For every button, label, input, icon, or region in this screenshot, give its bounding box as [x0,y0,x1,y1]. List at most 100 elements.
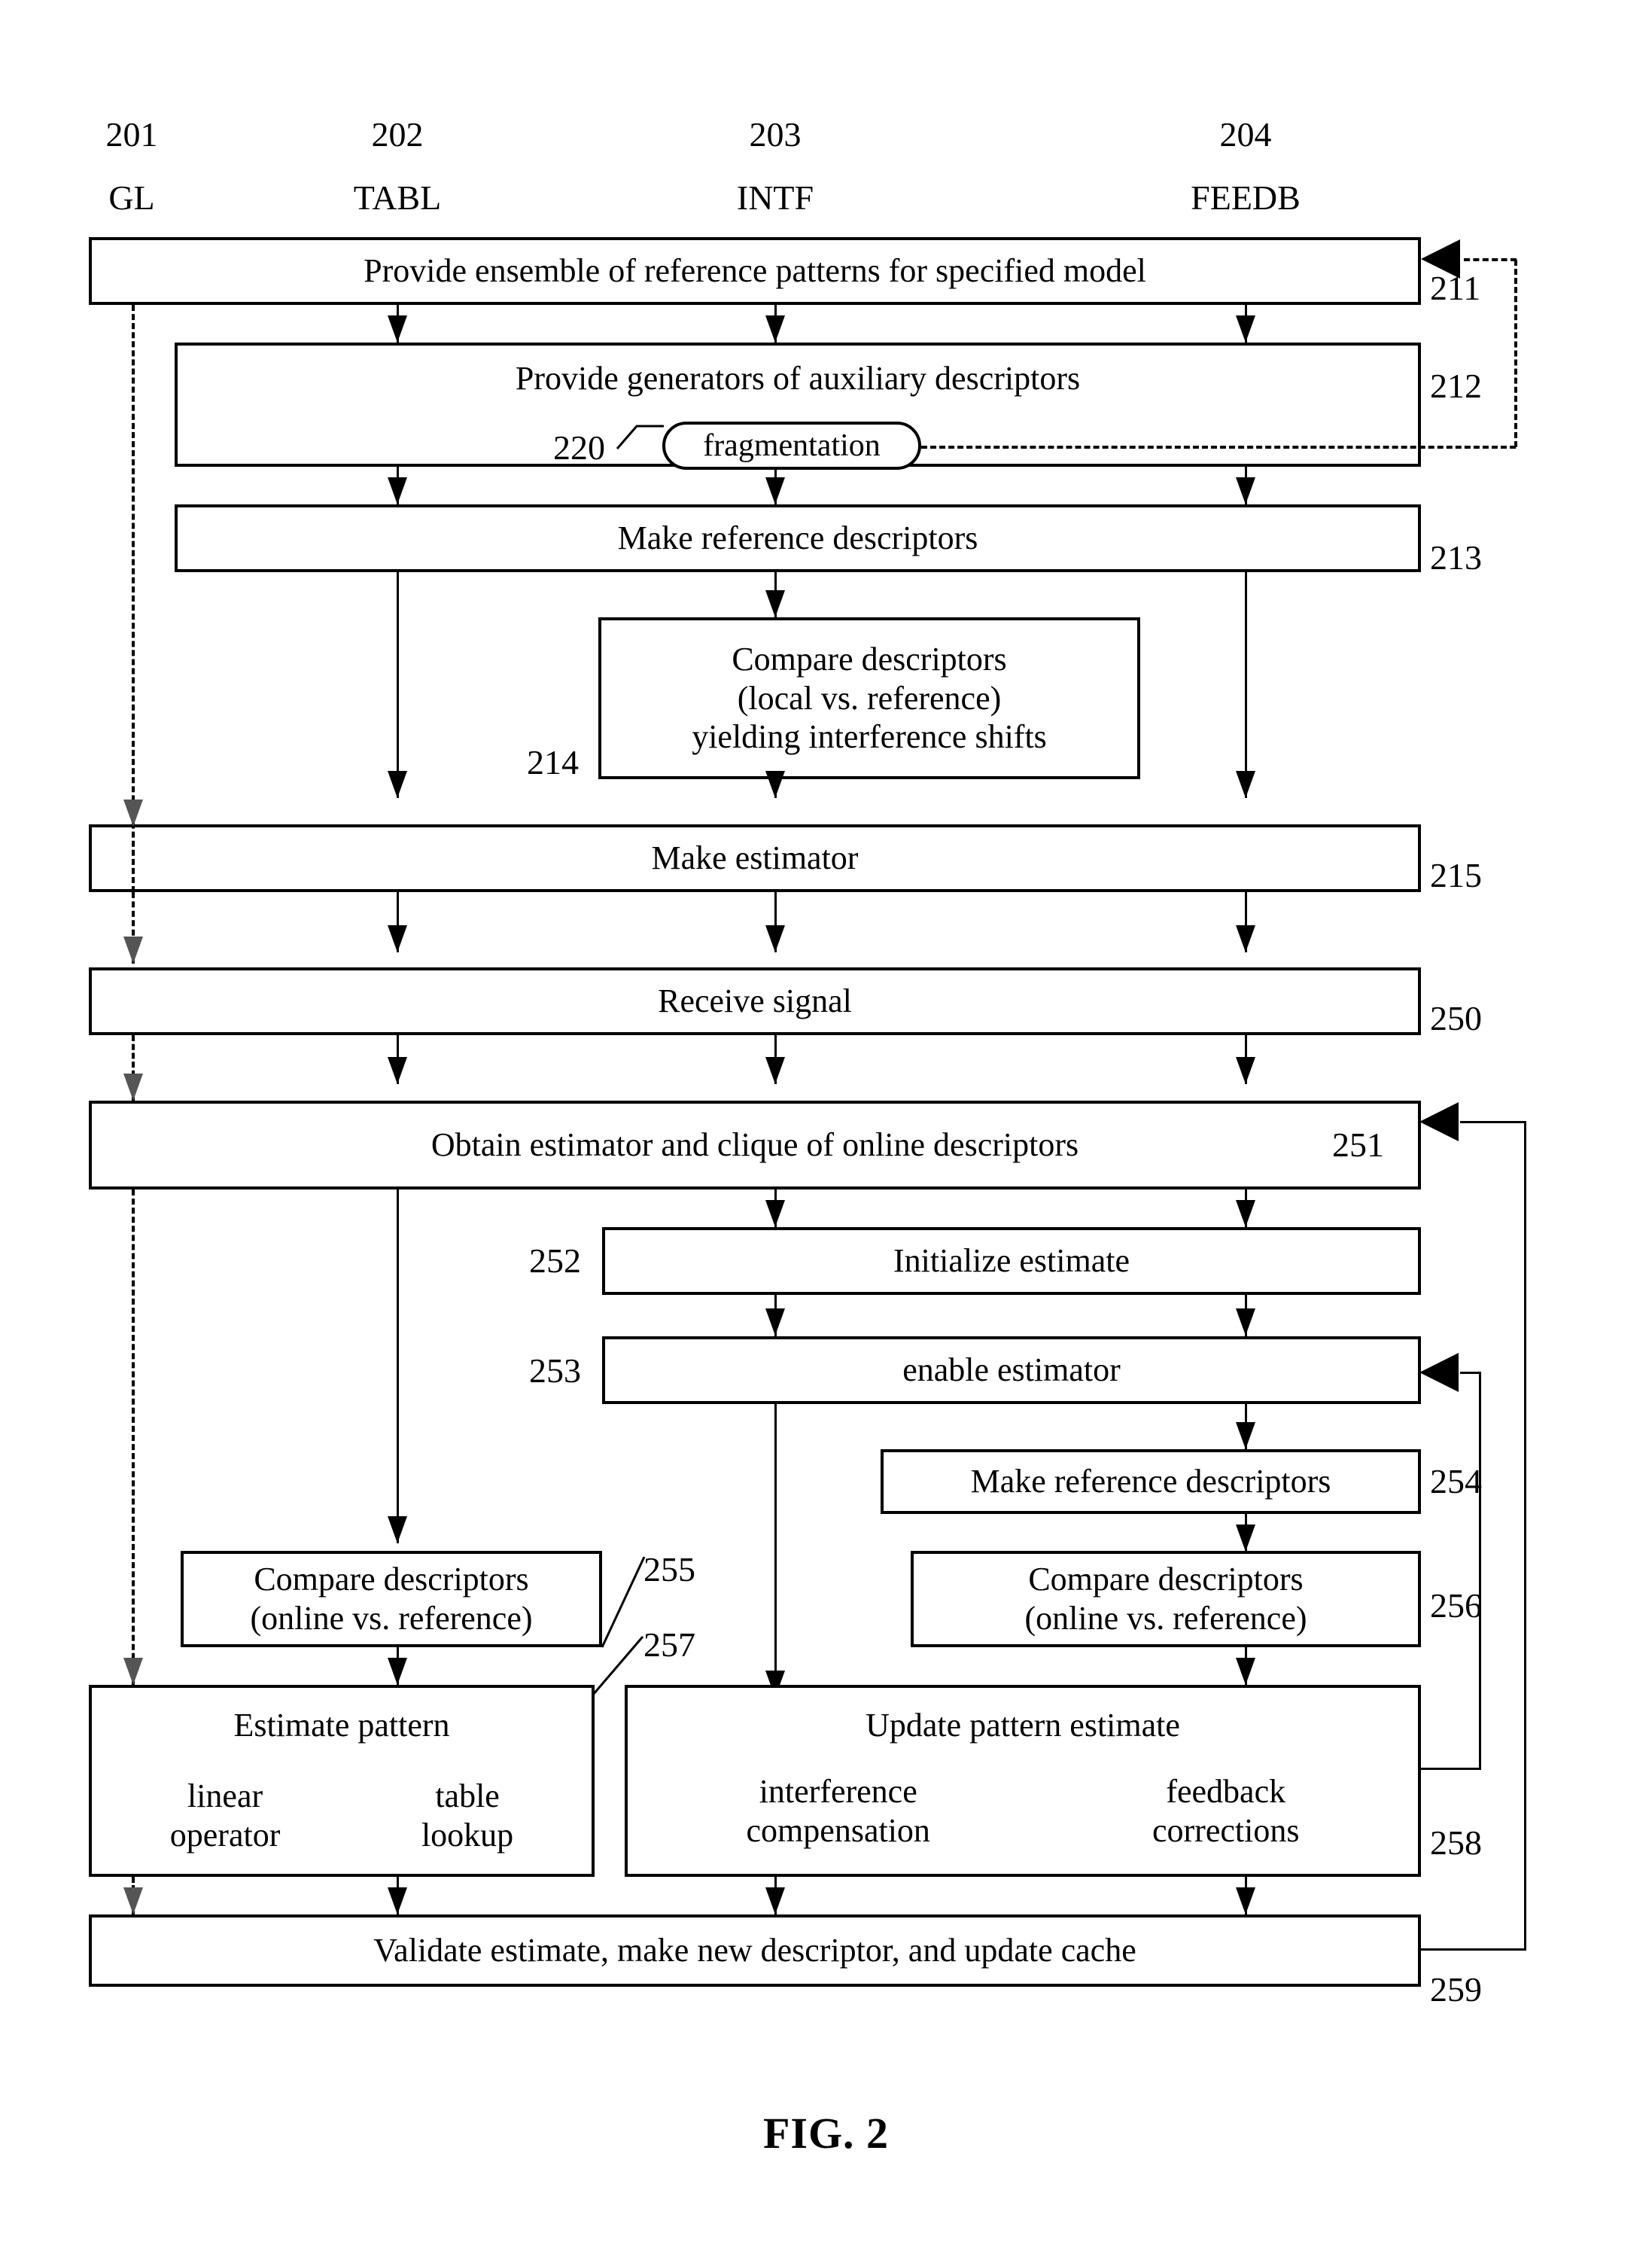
arrowhead-gl-into-259 [123,1887,143,1914]
process-box-211: Provide ensemble of reference patterns f… [89,237,1421,305]
ref-numeral-215: 215 [1430,856,1482,894]
arrowhead-gl-into-215 [123,800,143,827]
ref-numeral-220: 220 [553,428,605,467]
process-box-253: enable estimator [602,1336,1421,1404]
box-258-title: Update pattern estimate [866,1707,1180,1744]
box-258-sub-left-line-2: compensation [746,1811,930,1849]
box-253-text: enable estimator [902,1351,1121,1389]
box-257-title: Estimate pattern [233,1707,450,1744]
box-250-text: Receive signal [658,982,852,1020]
ref-numeral-212: 212 [1430,367,1482,405]
arrowhead-211-212-tabl [388,315,407,343]
box-213-text: Make reference descriptors [617,519,978,557]
arrowhead-251-252-intf [765,1200,785,1227]
ref-numeral-257: 257 [643,1625,695,1664]
box-258-sub-left-line-1: interference [759,1772,917,1810]
column-label-tabl: TABL [353,178,442,217]
box-258-option-interference-compensation: interference compensation [747,1772,930,1850]
box-252-text: Initialize estimate [893,1242,1130,1280]
ref-numeral-253: 253 [529,1351,581,1390]
ref-numeral-256: 256 [1430,1586,1482,1625]
box-255-line-2: (online vs. reference) [250,1600,533,1637]
box-258-sub-right-line-2: corrections [1152,1811,1300,1849]
box-257-sub-left-line-2: operator [169,1816,281,1853]
arrowhead-250-251-feedb [1236,1057,1255,1084]
process-box-214: Compare descriptors (local vs. reference… [598,617,1140,779]
arrowhead-212-213-intf [765,477,785,504]
column-number-204: 204 [1219,115,1272,154]
arrowhead-feedback-into-251 [1419,1102,1459,1141]
box-211-text: Provide ensemble of reference patterns f… [364,252,1146,290]
box-214-line-1: Compare descriptors [732,640,1007,678]
arrowhead-213-214 [765,590,785,617]
process-box-252: Initialize estimate [602,1227,1421,1295]
arrowhead-212-213-tabl [388,477,407,504]
ref-numeral-250: 250 [1430,999,1482,1037]
passthrough-tabl-251-255 [397,1189,399,1543]
ref-numeral-259: 259 [1430,1970,1482,2009]
feedback-258-exit [1421,1768,1481,1770]
feedback-into-251 [1460,1121,1526,1123]
arrowhead-intf-into-215 [765,771,785,798]
process-box-255: Compare descriptors (online vs. referenc… [181,1551,602,1647]
arrowhead-257-259 [388,1887,407,1914]
ref-numeral-213: 213 [1430,538,1482,577]
arrowhead-253-254-feedb [1236,1422,1255,1449]
column-number-203: 203 [749,115,802,154]
ref-numeral-254: 254 [1430,1462,1482,1500]
process-box-215: Make estimator [89,824,1421,892]
feedback-dashed-vertical-220 [1514,260,1517,447]
column-label-intf: INTF [736,178,814,217]
fragmentation-pill: fragmentation [662,422,921,470]
feedback-259-exit [1421,1948,1526,1951]
feedback-dashed-into-211 [1464,258,1517,261]
process-box-257: Estimate pattern linear operator table l… [89,1685,595,1877]
column-label-gl: GL [108,178,155,217]
arrowhead-215-250-intf [765,925,785,952]
arrowhead-250-251-tabl [388,1057,407,1084]
fragmentation-label: fragmentation [703,428,881,463]
feedback-into-253 [1460,1372,1480,1374]
arrowhead-tabl-into-215 [388,771,407,798]
arrowhead-gl-into-251 [123,1074,143,1101]
arrowhead-tabl-into-255 [388,1516,407,1543]
arrowhead-251-252-feedb [1236,1200,1255,1227]
box-215-text: Make estimator [651,839,859,877]
arrowhead-255-257 [388,1658,407,1685]
arrowhead-256-258 [1236,1658,1255,1685]
arrowhead-258-259-feedb [1236,1887,1255,1914]
feedback-dashed-horizontal-220 [921,446,1516,449]
box-256-line-1: Compare descriptors [1028,1561,1304,1598]
patent-figure-page: 201 GL 202 TABL 203 INTF 204 FEEDB Provi… [0,0,1652,2251]
box-257-option-linear-operator: linear operator [170,1777,281,1855]
arrowhead-211-212-intf [765,315,785,343]
ref-numeral-214: 214 [527,743,579,781]
box-257-option-table-lookup: table lookup [421,1777,513,1855]
ref-numeral-258: 258 [1430,1823,1482,1862]
arrowhead-258-259-intf [765,1887,785,1914]
box-258-option-feedback-corrections: feedback corrections [1152,1772,1299,1850]
arrowhead-gl-into-250 [123,937,143,964]
process-box-254: Make reference descriptors [881,1449,1421,1514]
ref-numeral-251: 251 [1332,1126,1384,1164]
box-214-line-2: (local vs. reference) [737,679,1002,717]
arrowhead-gl-into-257 [123,1658,143,1685]
box-258-sub-right-line-1: feedback [1166,1772,1286,1810]
passthrough-feedb-213-215 [1245,572,1247,798]
arrowhead-feedback-into-253 [1419,1353,1459,1392]
box-259-text: Validate estimate, make new descriptor, … [373,1932,1136,1969]
arrowhead-252-253-intf [765,1308,785,1336]
box-257-sub-left-line-1: linear [187,1777,263,1814]
arrowhead-feedb-into-215 [1236,771,1255,798]
arrowhead-254-256 [1236,1525,1255,1552]
box-251-text: Obtain estimator and clique of online de… [430,1126,1079,1164]
process-box-258: Update pattern estimate interference com… [625,1685,1421,1877]
box-255-line-1: Compare descriptors [254,1561,529,1598]
arrowhead-212-213-feedb [1236,477,1255,504]
box-254-text: Make reference descriptors [970,1463,1331,1500]
feedback-259-riser [1524,1121,1526,1950]
arrowhead-215-250-feedb [1236,925,1255,952]
column-label-feedb: FEEDB [1191,178,1301,217]
column-number-202: 202 [371,115,424,154]
box-257-sub-right-line-2: lookup [421,1816,514,1853]
